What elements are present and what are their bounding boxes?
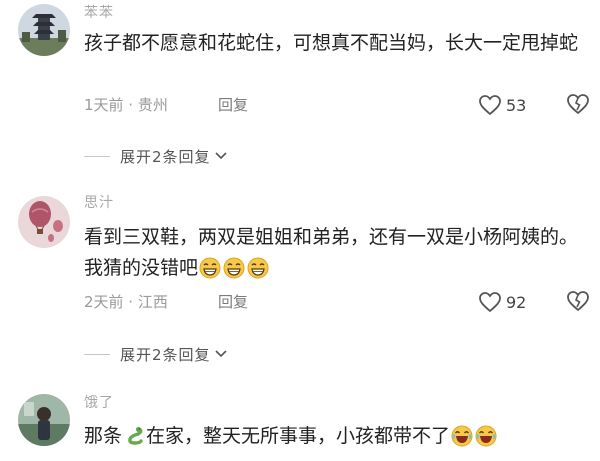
avatar-image-pagoda (18, 4, 70, 56)
broken-heart-icon (567, 291, 589, 312)
comment-meta: 2天前 · 江西 (84, 293, 168, 311)
heart-outline-icon (479, 292, 501, 313)
expand-replies-label: 展开2条回复 (120, 345, 211, 364)
comment-item: 苯苯 孩子都不愿意和花蛇住，可想真不配当妈，长大一定甩掉蛇 1天前 · 贵州 回… (0, 0, 600, 175)
comment-item: 饿了 那条 在家，整天无所事事，小孩都带不了 (0, 388, 600, 461)
divider (84, 353, 110, 355)
grin-emoji (199, 257, 221, 289)
avatar[interactable] (18, 196, 70, 248)
divider (84, 155, 110, 157)
comment-text: 孩子都不愿意和花蛇住，可想真不配当妈，长大一定甩掉蛇 (84, 32, 579, 54)
snake-emoji (123, 425, 145, 457)
like-button[interactable]: 92 (478, 290, 526, 314)
avatar[interactable] (18, 4, 70, 56)
like-count: 92 (506, 292, 527, 312)
username[interactable]: 饿了 (84, 392, 114, 412)
grin-emoji (223, 257, 245, 289)
chevron-down-icon (214, 350, 227, 358)
grin-emoji (247, 257, 269, 289)
laugh-cry-emoji (451, 425, 473, 457)
comment-text: 那条 在家，整天无所事事，小孩都带不了 (84, 421, 594, 457)
reply-button[interactable]: 回复 (218, 291, 248, 312)
username[interactable]: 苯苯 (84, 2, 114, 22)
avatar-image-balloons (18, 196, 70, 248)
heart-outline-icon (479, 95, 501, 116)
expand-replies-label: 展开2条回复 (120, 147, 211, 166)
avatar[interactable] (18, 394, 70, 446)
dislike-button[interactable] (566, 93, 590, 117)
comment-text-part: 那条 (84, 425, 123, 447)
reply-button[interactable]: 回复 (218, 94, 248, 115)
avatar-image-person (18, 394, 70, 446)
username[interactable]: 思汁 (84, 192, 114, 212)
comment-meta: 1天前 · 贵州 (84, 96, 168, 114)
expand-replies[interactable]: 展开2条回复 (84, 145, 228, 167)
comment-text-part: 在家，整天无所事事，小孩都带不了 (146, 425, 451, 447)
expand-replies[interactable]: 展开2条回复 (84, 343, 228, 365)
comment-text: 看到三双鞋，两双是姐姐和弟弟，还有一双是小杨阿姨的。我猜的没错吧 (84, 222, 594, 289)
like-button[interactable]: 53 (478, 93, 526, 117)
comment-feed: 苯苯 孩子都不愿意和花蛇住，可想真不配当妈，长大一定甩掉蛇 1天前 · 贵州 回… (0, 0, 600, 461)
laugh-cry-emoji (475, 425, 497, 457)
like-count: 53 (506, 95, 527, 115)
comment-text-body: 看到三双鞋，两双是姐姐和弟弟，还有一双是小杨阿姨的。我猜的没错吧 (84, 226, 579, 279)
dislike-button[interactable] (566, 290, 590, 314)
broken-heart-icon (567, 94, 589, 115)
chevron-down-icon (214, 152, 227, 160)
comment-item: 思汁 看到三双鞋，两双是姐姐和弟弟，还有一双是小杨阿姨的。我猜的没错吧 2天前 … (0, 190, 600, 370)
